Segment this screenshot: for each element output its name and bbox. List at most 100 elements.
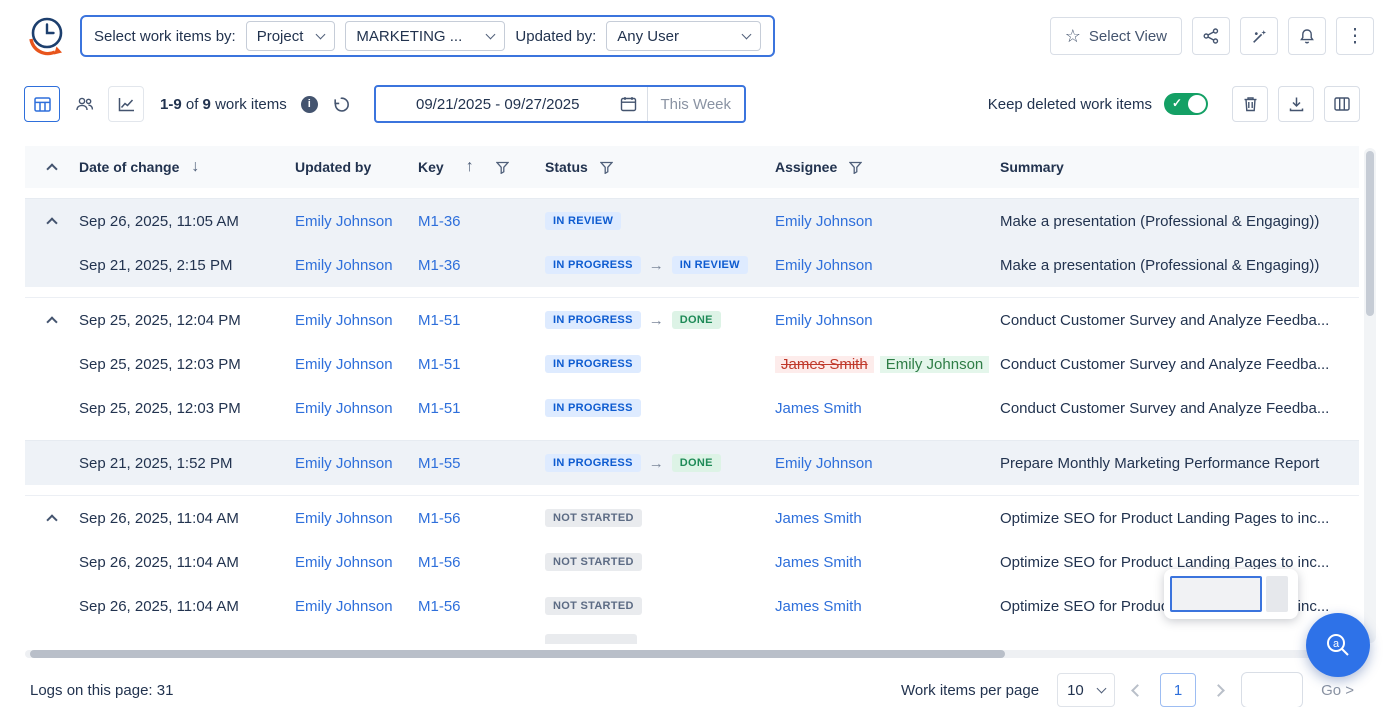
table-row[interactable]: Sep 21, 2025, 1:52 PMEmily JohnsonM1-55I… bbox=[25, 441, 1359, 485]
updated-by-link[interactable]: Emily Johnson bbox=[295, 554, 418, 571]
vertical-scrollbar-thumb[interactable] bbox=[1366, 151, 1374, 316]
assignee-cell: James Smith bbox=[775, 400, 1000, 417]
date-preset-label[interactable]: This Week bbox=[648, 96, 744, 113]
updated-by-link[interactable]: Emily Johnson bbox=[295, 356, 418, 373]
horizontal-scrollbar-thumb[interactable] bbox=[30, 650, 1005, 658]
export-button[interactable] bbox=[1278, 86, 1314, 122]
work-item-key-link[interactable]: M1-56 bbox=[418, 554, 545, 571]
chevron-down-icon bbox=[1097, 684, 1107, 694]
collapse-all-chevron-icon[interactable] bbox=[46, 163, 57, 174]
table-row[interactable]: Sep 25, 2025, 12:03 PMEmily JohnsonM1-51… bbox=[25, 386, 1359, 430]
updated-by-link[interactable]: Emily Johnson bbox=[295, 455, 418, 472]
date-of-change-cell: Sep 26, 2025, 11:04 AM bbox=[79, 598, 295, 615]
share-button[interactable] bbox=[1192, 17, 1230, 55]
filter-funnel-icon[interactable] bbox=[600, 161, 613, 174]
assignee-link[interactable]: Emily Johnson bbox=[775, 312, 873, 329]
top-bar: Select work items by: Project MARKETING … bbox=[0, 0, 1384, 60]
trash-icon bbox=[1243, 96, 1258, 112]
share-icon bbox=[1203, 28, 1219, 44]
assignee-link[interactable]: Emily Johnson bbox=[775, 257, 873, 274]
work-item-key-link[interactable]: M1-55 bbox=[418, 455, 545, 472]
table-row[interactable]: Sep 25, 2025, 12:04 PMEmily JohnsonM1-51… bbox=[25, 298, 1359, 342]
mini-overlay-popup bbox=[1164, 569, 1298, 619]
status-cell: IN REVIEW bbox=[545, 212, 775, 230]
search-assistant-fab[interactable]: a bbox=[1306, 613, 1370, 677]
filter-funnel-icon[interactable] bbox=[496, 161, 509, 174]
magic-wand-button[interactable] bbox=[1240, 17, 1278, 55]
people-view-button[interactable] bbox=[66, 86, 102, 122]
vertical-scrollbar[interactable] bbox=[1364, 148, 1376, 643]
page-jump-input[interactable] bbox=[1241, 672, 1303, 707]
column-header-key: Key ↑ bbox=[418, 158, 545, 176]
table-row[interactable]: Sep 21, 2025, 2:15 PMEmily JohnsonM1-36I… bbox=[25, 243, 1359, 287]
updated-by-link[interactable]: Emily Johnson bbox=[295, 213, 418, 230]
refresh-button[interactable] bbox=[332, 96, 350, 113]
status-cell: NOT STARTED bbox=[545, 597, 775, 615]
assignee-link[interactable]: James Smith bbox=[775, 400, 862, 417]
table-row[interactable]: Sep 26, 2025, 11:04 AMEmily JohnsonM1-56… bbox=[25, 584, 1359, 628]
horizontal-scrollbar[interactable] bbox=[25, 650, 1359, 658]
columns-button[interactable] bbox=[1324, 86, 1360, 122]
work-item-key-link[interactable]: M1-51 bbox=[418, 312, 545, 329]
chart-view-button[interactable] bbox=[108, 86, 144, 122]
select-view-button[interactable]: ☆ Select View bbox=[1050, 17, 1182, 55]
pagination: Work items per page 10 1 Go > bbox=[901, 672, 1354, 707]
sort-asc-icon[interactable]: ↑ bbox=[466, 158, 474, 176]
kebab-menu-icon: ⋮ bbox=[1346, 25, 1365, 48]
assignee-link[interactable]: Emily Johnson bbox=[775, 213, 873, 230]
collapse-group-chevron-icon[interactable] bbox=[46, 217, 57, 227]
work-item-key-link[interactable]: M1-56 bbox=[418, 598, 545, 615]
collapse-group-chevron-icon[interactable] bbox=[46, 316, 57, 326]
work-item-key-link[interactable]: M1-51 bbox=[418, 356, 545, 373]
info-icon[interactable]: i bbox=[301, 96, 318, 113]
assignee-cell: James Smith bbox=[775, 554, 1000, 571]
table-row[interactable]: Sep 26, 2025, 11:04 AMEmily JohnsonM1-56… bbox=[25, 496, 1359, 540]
sort-desc-icon[interactable]: ↓ bbox=[191, 158, 199, 176]
table-row[interactable]: Sep 26, 2025, 11:05 AMEmily JohnsonM1-36… bbox=[25, 199, 1359, 243]
per-page-select[interactable]: 10 bbox=[1057, 673, 1115, 707]
date-range-value[interactable]: 09/21/2025 - 09/27/2025 bbox=[376, 96, 620, 113]
more-menu-button[interactable]: ⋮ bbox=[1336, 17, 1374, 55]
go-to-page-button[interactable]: Go > bbox=[1321, 682, 1354, 699]
filter-funnel-icon[interactable] bbox=[849, 161, 862, 174]
updated-by-link[interactable]: Emily Johnson bbox=[295, 257, 418, 274]
columns-icon bbox=[1334, 97, 1350, 111]
updated-by-link[interactable]: Emily Johnson bbox=[295, 312, 418, 329]
calendar-icon[interactable] bbox=[620, 96, 637, 112]
status-cell: IN PROGRESS→IN REVIEW bbox=[545, 256, 775, 274]
next-page-icon[interactable] bbox=[1212, 684, 1225, 697]
filter-by-select[interactable]: Project bbox=[246, 21, 336, 51]
assignee-link[interactable]: James Smith bbox=[775, 554, 862, 571]
updated-by-link[interactable]: Emily Johnson bbox=[295, 400, 418, 417]
assignee-cell: James Smith bbox=[775, 598, 1000, 615]
collapse-group-chevron-icon[interactable] bbox=[46, 514, 57, 524]
work-item-count: 1-9 of 9 work items bbox=[160, 96, 287, 113]
updated-by-link[interactable]: Emily Johnson bbox=[295, 598, 418, 615]
mini-overlay-focused-box[interactable] bbox=[1170, 576, 1262, 612]
previous-page-icon[interactable] bbox=[1131, 684, 1144, 697]
updated-by-link[interactable]: Emily Johnson bbox=[295, 510, 418, 527]
assignee-cell: Emily Johnson bbox=[775, 312, 1000, 329]
date-of-change-cell: Sep 25, 2025, 12:03 PM bbox=[79, 356, 295, 373]
notifications-button[interactable] bbox=[1288, 17, 1326, 55]
table-row[interactable]: Sep 25, 2025, 12:03 PMEmily JohnsonM1-51… bbox=[25, 342, 1359, 386]
project-select[interactable]: MARKETING ... bbox=[345, 21, 505, 51]
table-row[interactable]: Sep 26, 2025, 11:04 AMEmily JohnsonM1-56… bbox=[25, 540, 1359, 584]
current-page-button[interactable]: 1 bbox=[1160, 673, 1196, 707]
assignee-link[interactable]: Emily Johnson bbox=[775, 455, 873, 472]
table-view-button[interactable] bbox=[24, 86, 60, 122]
work-item-key-link[interactable]: M1-36 bbox=[418, 257, 545, 274]
assignee-link[interactable]: James Smith bbox=[775, 510, 862, 527]
work-item-key-link[interactable]: M1-51 bbox=[418, 400, 545, 417]
download-icon bbox=[1289, 96, 1304, 112]
status-badge: IN PROGRESS bbox=[545, 399, 641, 417]
delete-button[interactable] bbox=[1232, 86, 1268, 122]
project-value: MARKETING ... bbox=[356, 28, 462, 45]
keep-deleted-toggle[interactable]: ✓ bbox=[1164, 93, 1208, 115]
assignee-link[interactable]: James Smith bbox=[775, 598, 862, 615]
work-item-key-link[interactable]: M1-36 bbox=[418, 213, 545, 230]
work-item-key-link[interactable]: M1-56 bbox=[418, 510, 545, 527]
chevron-down-icon bbox=[486, 30, 496, 40]
column-label: Date of change bbox=[79, 159, 179, 175]
updated-by-select[interactable]: Any User bbox=[606, 21, 761, 51]
